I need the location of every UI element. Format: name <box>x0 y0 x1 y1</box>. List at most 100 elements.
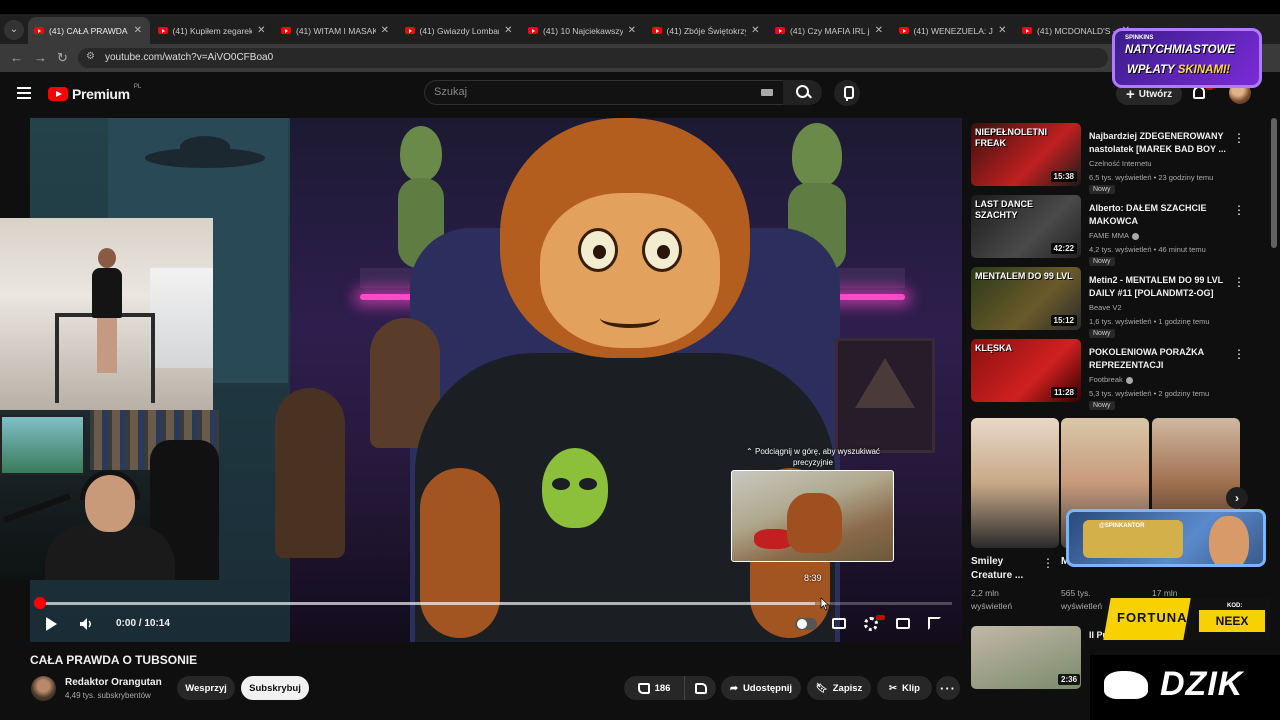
recommendation-channel[interactable]: Footbreak <box>1089 375 1133 384</box>
scrollbar[interactable] <box>1271 118 1277 248</box>
more-actions-button[interactable]: ··· <box>936 676 960 700</box>
more-options-icon[interactable]: ⋮ <box>1233 275 1245 289</box>
youtube-favicon-icon <box>157 27 168 34</box>
forward-icon[interactable]: → <box>34 50 47 65</box>
volume-icon[interactable] <box>79 617 93 631</box>
browser-tab[interactable]: (41) Kupiłem zegarek ✕ <box>152 17 274 44</box>
recommendation-item[interactable]: KLĘSKA 11:28 POKOLENIOWA PORAŻKA REPREZENT… <box>971 339 1245 410</box>
more-options-icon[interactable]: ⋮ <box>1042 556 1054 570</box>
channel-avatar[interactable] <box>31 676 56 701</box>
ad-fortuna-text: FORTUNA <box>1117 610 1188 625</box>
browser-tab[interactable]: (41) Czy MAFIA IRL je ✕ <box>769 17 891 44</box>
support-button[interactable]: Wesprzyj <box>177 676 235 700</box>
country-code: PL <box>133 84 142 90</box>
ad-handle: @SPINKANTOR <box>1099 523 1145 529</box>
autoplay-toggle[interactable] <box>795 618 817 630</box>
ad-kantor: @SPINKANTOR <box>1066 509 1266 567</box>
browser-tab[interactable]: (41) WENEZUELA: Jak ✕ <box>893 17 1015 44</box>
like-count: 186 <box>654 682 671 694</box>
voice-search-icon[interactable] <box>834 80 860 106</box>
time-display: 0:00 / 10:14 <box>116 618 170 629</box>
clip-button[interactable]: ✂ Klip <box>877 676 932 700</box>
close-tab-icon[interactable]: ✕ <box>504 25 512 36</box>
scrub-hint: ⌃ Podciągnij w górę, aby wyszukiwać prec… <box>746 447 880 467</box>
recommendation-item[interactable]: NIEPEŁNOLETNI FREAK 15:38 Najbardziej ZDEG… <box>971 123 1245 194</box>
recommendation-item[interactable]: MENTALEM DO 99 LVL 15:12 Metin2 - MENTALEM… <box>971 267 1245 338</box>
window-frame <box>0 0 1280 14</box>
ad-line: NATYCHMIASTOWE <box>1125 44 1236 56</box>
menu-icon[interactable] <box>17 87 31 102</box>
like-button[interactable]: 186 <box>624 676 684 700</box>
keyboard-icon[interactable] <box>761 89 773 96</box>
back-icon[interactable]: ← <box>10 50 23 65</box>
close-tab-icon[interactable]: ✕ <box>875 25 883 36</box>
youtube-favicon-icon <box>528 27 538 34</box>
search-input[interactable] <box>424 80 786 105</box>
more-options-icon[interactable]: ⋮ <box>1233 347 1245 361</box>
alien-figure-left-head <box>400 126 442 181</box>
close-tab-icon[interactable]: ✕ <box>257 25 265 36</box>
share-button[interactable]: ➦ Udostępnij <box>721 676 801 700</box>
search-button[interactable] <box>783 80 822 105</box>
theater-mode-icon[interactable] <box>896 618 910 629</box>
recommendation-title[interactable]: Najbardziej ZDEGENEROWANY nastolatek [MA… <box>1089 130 1227 155</box>
recommendation-channel[interactable]: FAME MMA <box>1089 231 1140 240</box>
tab-title: (41) Gwiazdy Lombard <box>419 25 500 36</box>
tab-title: (41) CAŁA PRAWDA O <box>49 25 129 36</box>
ape-eye-right <box>642 228 682 272</box>
browser-tab[interactable]: (41) WITAM I MASAKRA ✕ <box>275 17 397 44</box>
browser-tab[interactable]: (41) 10 Najciekawszych ✕ <box>522 17 644 44</box>
fullscreen-icon[interactable] <box>928 617 941 630</box>
tab-title: (41) Czy MAFIA IRL je <box>790 25 870 36</box>
tab-title: (41) 10 Najciekawszych <box>543 25 623 36</box>
close-tab-icon[interactable]: ✕ <box>134 25 142 36</box>
dislike-button[interactable] <box>684 676 716 700</box>
browser-tab[interactable]: (41) Zbóje Świętokrzyskie ✕ <box>646 17 768 44</box>
video-title: CAŁA PRAWDA O TUBSONIE <box>30 653 198 667</box>
video-duration: 42:22 <box>1050 243 1077 254</box>
more-options-icon[interactable]: ⋮ <box>1233 131 1245 145</box>
close-tab-icon[interactable]: ✕ <box>998 25 1006 36</box>
tab-search-button[interactable]: ⌄ <box>4 20 24 40</box>
boar-icon <box>1104 671 1148 699</box>
recommendation-item[interactable]: LAST DANCE SZACHTY 42:22 Alberto: DAŁEM SZ… <box>971 195 1245 266</box>
close-tab-icon[interactable]: ✕ <box>381 25 389 36</box>
shorts-title[interactable]: Smiley Creature ... <box>971 555 1023 583</box>
recommendation-title[interactable]: Alberto: DAŁEM SZACHCIE MAKOWCA <box>1089 202 1227 227</box>
tab-title: (41) WENEZUELA: Jak <box>913 25 994 36</box>
scrub-preview-time: 8:39 <box>804 573 822 583</box>
channel-name[interactable]: Redaktor Orangutan <box>65 677 162 688</box>
play-button[interactable] <box>46 617 57 631</box>
recommendation-meta: 5,3 tys. wyświetleń • 2 godziny temu <box>1089 389 1210 398</box>
ad-dzik: DZIK <box>1090 655 1280 720</box>
scrubber-handle[interactable] <box>34 597 46 609</box>
site-info-icon[interactable]: ⚙ <box>86 51 95 62</box>
hd-badge <box>876 615 885 620</box>
more-options-icon[interactable]: ⋮ <box>1233 203 1245 217</box>
close-tab-icon[interactable]: ✕ <box>751 25 759 36</box>
browser-tab[interactable]: (41) Gwiazdy Lombard ✕ <box>399 17 521 44</box>
recommendation-thumbnail[interactable]: NIEPEŁNOLETNI FREAK 15:38 <box>971 123 1081 186</box>
recommendation-thumbnail[interactable]: LAST DANCE SZACHTY 42:22 <box>971 195 1081 258</box>
subtitles-icon[interactable] <box>832 618 846 629</box>
subscriber-count: 4,49 tys. subskrybentów <box>65 691 151 700</box>
ad-instant-deposits: SPINKINS NATYCHMIASTOWE WPŁATY SKINAMI! <box>1112 28 1262 88</box>
youtube-logo[interactable]: Premium PL <box>48 84 142 102</box>
recommendation-channel[interactable]: Beave V2 <box>1089 303 1122 312</box>
recommendation-title[interactable]: POKOLENIOWA PORAŻKA REPREZENTACJI <box>1089 346 1227 371</box>
recommendation-channel[interactable]: Czelność Internetu <box>1089 159 1152 168</box>
webcam-streamer <box>0 410 219 580</box>
subscribe-button[interactable]: Subskrybuj <box>241 676 309 700</box>
close-tab-icon[interactable]: ✕ <box>628 25 636 36</box>
recommendation-thumbnail[interactable]: KLĘSKA 11:28 <box>971 339 1081 402</box>
video-duration: 15:38 <box>1050 171 1077 182</box>
shorts-thumbnail[interactable] <box>971 418 1059 548</box>
ad-code: NEEX <box>1199 610 1265 632</box>
save-button[interactable]: 🔖︎ Zapisz <box>807 676 871 700</box>
shorts-next-icon[interactable]: › <box>1226 487 1248 509</box>
recommendation-thumbnail[interactable]: MENTALEM DO 99 LVL 15:12 <box>971 267 1081 330</box>
shorts-views: 565 tys. wyświetleń <box>1061 588 1103 611</box>
recommendation-title[interactable]: Metin2 - MENTALEM DO 99 LVL DAILY #11 [P… <box>1089 274 1227 299</box>
reload-icon[interactable]: ↻ <box>57 50 68 66</box>
browser-tab[interactable]: (41) CAŁA PRAWDA O ✕ <box>28 17 150 44</box>
